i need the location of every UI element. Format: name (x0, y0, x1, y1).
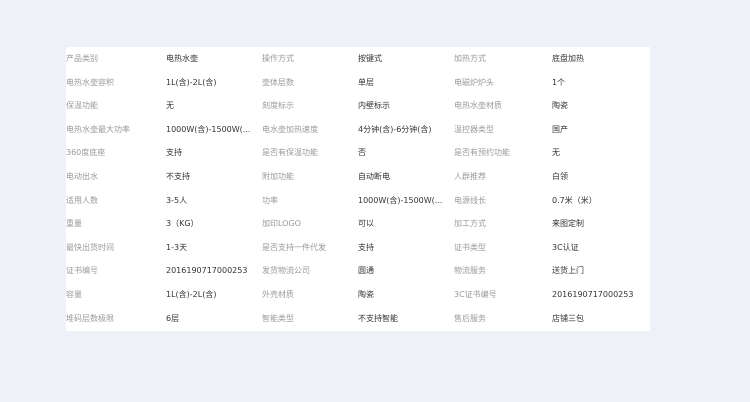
spec-label: 重量 (66, 219, 82, 229)
spec-value: 电热水壶 (166, 54, 198, 63)
spec-row: 电动出水 不支持 附加功能 自动断电 人群推荐 白领 (66, 165, 650, 189)
spec-value: 3-5人 (166, 195, 188, 205)
spec-label: 售后服务 (454, 313, 486, 323)
spec-row: 堆码层数极限 6层 智能类型 不支持智能 售后服务 店铺三包 (66, 307, 650, 331)
spec-label: 功率 (262, 195, 278, 205)
spec-value: 3C认证 (552, 242, 579, 252)
spec-value: 国产 (552, 124, 568, 134)
spec-table-body: 产品类别 电热水壶 操作方式 按键式 加热方式 底盘加热 电热水壶容积 1L(含… (66, 47, 650, 330)
spec-row: 适用人数 3-5人 功率 1000W(含)-1500W(... 电源线长 0.7… (66, 189, 650, 213)
spec-value: 不支持 (166, 171, 190, 181)
spec-value: 按键式 (358, 54, 382, 63)
spec-label: 刻度标示 (262, 101, 294, 111)
spec-value: 内壁标示 (358, 101, 390, 111)
spec-value: 1个 (552, 77, 566, 87)
spec-label: 是否有保温功能 (262, 148, 318, 158)
spec-value: 支持 (358, 242, 374, 252)
spec-label: 附加功能 (262, 171, 294, 181)
spec-label: 壶体层数 (262, 77, 294, 87)
spec-value: 1000W(含)-1500W(... (166, 124, 251, 134)
spec-row: 重量 3（KG） 加印LOGO 可以 加工方式 来图定制 (66, 212, 650, 236)
spec-label: 电热水壶材质 (454, 101, 502, 111)
spec-value: 自动断电 (358, 171, 390, 181)
spec-value: 1L(含)-2L(含) (166, 77, 217, 87)
spec-label: 3C证书编号 (454, 289, 497, 299)
spec-value: 0.7米（米） (552, 195, 597, 205)
spec-row: 保温功能 无 刻度标示 内壁标示 电热水壶材质 陶瓷 (66, 94, 650, 118)
spec-value: 店铺三包 (552, 313, 584, 323)
spec-label: 电动出水 (66, 171, 98, 181)
spec-value: 底盘加热 (552, 54, 584, 63)
spec-value: 白领 (552, 171, 568, 181)
spec-label: 操作方式 (262, 54, 294, 63)
spec-label: 电水壶加热速度 (262, 124, 318, 134)
spec-row: 容量 1L(含)-2L(含) 外壳材质 陶瓷 3C证书编号 2016190717… (66, 283, 650, 307)
spec-row: 360度底座 支持 是否有保温功能 否 是否有预约功能 无 (66, 141, 650, 165)
spec-value: 1000W(含)-1500W(... (358, 195, 443, 205)
spec-value: 否 (358, 148, 366, 158)
spec-label: 是否支持一件代发 (262, 242, 326, 252)
spec-row: 电热水壶最大功率 1000W(含)-1500W(... 电水壶加热速度 4分钟(… (66, 118, 650, 142)
spec-value: 4分钟(含)-6分钟(含) (358, 124, 432, 134)
spec-label: 电磁炉炉头 (454, 77, 494, 87)
spec-value: 2016190717000253 (166, 266, 248, 276)
spec-label: 物流服务 (454, 266, 486, 276)
spec-label: 智能类型 (262, 313, 294, 323)
spec-row: 产品类别 电热水壶 操作方式 按键式 加热方式 底盘加热 (66, 47, 650, 71)
spec-label: 加印LOGO (262, 219, 301, 229)
spec-label: 证书编号 (66, 266, 98, 276)
spec-label: 容量 (66, 289, 82, 299)
spec-value: 陶瓷 (358, 289, 374, 299)
spec-row: 证书编号 2016190717000253 发货物流公司 圆通 物流服务 送货上… (66, 259, 650, 283)
spec-value: 支持 (166, 148, 182, 158)
spec-value: 1L(含)-2L(含) (166, 289, 217, 299)
spec-value: 可以 (358, 219, 374, 229)
spec-label: 产品类别 (66, 54, 98, 63)
spec-value: 1-3天 (166, 242, 188, 252)
product-spec-table: 产品类别 电热水壶 操作方式 按键式 加热方式 底盘加热 电热水壶容积 1L(含… (66, 47, 650, 330)
spec-label: 证书类型 (454, 242, 486, 252)
spec-value: 陶瓷 (552, 101, 568, 111)
spec-label: 电热水壶最大功率 (66, 124, 130, 134)
spec-label: 人群推荐 (454, 171, 486, 181)
spec-value: 6层 (166, 313, 180, 323)
spec-label: 是否有预约功能 (454, 148, 510, 158)
spec-value: 2016190717000253 (552, 289, 634, 299)
spec-value: 无 (552, 148, 560, 158)
spec-label: 发货物流公司 (262, 266, 310, 276)
spec-label: 电源线长 (454, 195, 486, 205)
spec-label: 堆码层数极限 (66, 313, 114, 323)
spec-label: 适用人数 (66, 195, 98, 205)
spec-label: 加热方式 (454, 54, 486, 63)
spec-label: 360度底座 (66, 148, 106, 158)
spec-value: 圆通 (358, 266, 374, 276)
spec-value: 送货上门 (552, 266, 584, 276)
spec-row: 最快出货时间 1-3天 是否支持一件代发 支持 证书类型 3C认证 (66, 236, 650, 260)
product-spec-card: 产品类别 电热水壶 操作方式 按键式 加热方式 底盘加热 电热水壶容积 1L(含… (66, 47, 650, 331)
spec-value: 单层 (358, 77, 374, 87)
spec-value: 不支持智能 (358, 313, 398, 323)
spec-label: 电热水壶容积 (66, 77, 114, 87)
spec-label: 外壳材质 (262, 289, 294, 299)
spec-label: 加工方式 (454, 219, 486, 229)
spec-value: 3（KG） (166, 219, 199, 229)
spec-row: 电热水壶容积 1L(含)-2L(含) 壶体层数 单层 电磁炉炉头 1个 (66, 71, 650, 95)
spec-label: 最快出货时间 (66, 242, 114, 252)
spec-label: 温控器类型 (454, 124, 494, 134)
spec-label: 保温功能 (66, 101, 98, 111)
spec-value: 无 (166, 101, 174, 111)
spec-value: 来图定制 (552, 219, 584, 229)
